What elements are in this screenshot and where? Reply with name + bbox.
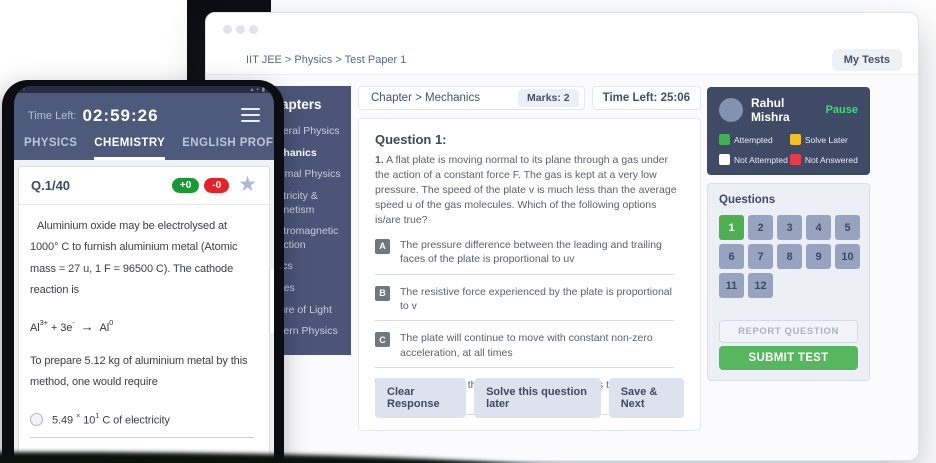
hamburger-menu-icon[interactable] bbox=[241, 104, 260, 124]
phone-content: Q.1/40 +0 -0 ★ Aluminium oxide may be el… bbox=[14, 160, 274, 463]
option-c-letter: C bbox=[375, 332, 390, 347]
option-b-letter: B bbox=[375, 286, 390, 301]
chemical-formula: Al3+ + 3e-→Al0 bbox=[30, 314, 258, 339]
save-next-button[interactable]: Save & Next bbox=[609, 378, 684, 418]
questions-title: Questions bbox=[719, 194, 858, 206]
wifi-icon: ▪ bbox=[257, 87, 259, 93]
phone-statusbar: ◦ ▴ ▪ ▮ bbox=[14, 86, 274, 93]
divider bbox=[375, 274, 674, 275]
scrollbar[interactable] bbox=[270, 268, 274, 334]
choice-1[interactable]: 5.49 × 101 C of electricity bbox=[30, 412, 258, 428]
browser-window: IIT JEE > Physics > Test Paper 1 My Test… bbox=[205, 12, 919, 461]
user-name: Rahul Mishra bbox=[751, 96, 826, 124]
positive-marks-badge: +0 bbox=[172, 178, 199, 193]
signal-icon: ▴ bbox=[251, 86, 254, 93]
avatar bbox=[719, 98, 743, 122]
chapter-header: Chapter > Mechanics bbox=[371, 92, 480, 104]
divider bbox=[30, 437, 254, 438]
breadcrumb-bar: IIT JEE > Physics > Test Paper 1 My Test… bbox=[206, 46, 918, 75]
question-title: Question 1: bbox=[375, 132, 684, 147]
question-tile-2[interactable]: 2 bbox=[748, 215, 773, 240]
status-panel: Rahul Mishra Pause Attempted Solve Later bbox=[707, 87, 870, 381]
questions-palette: Questions 1 2 3 4 5 6 7 8 9 10 11 12 bbox=[707, 183, 870, 381]
option-b[interactable]: B The resistive force experienced by the… bbox=[375, 285, 684, 314]
question-panel: Chapter > Mechanics Marks: 2 Time Left: … bbox=[358, 86, 701, 431]
option-a-letter: A bbox=[375, 239, 390, 254]
legend-solve-later: Solve Later bbox=[790, 134, 858, 145]
tab-physics[interactable]: PHYSICS bbox=[24, 137, 77, 160]
question-tile-1[interactable]: 1 bbox=[719, 215, 744, 240]
divider bbox=[375, 367, 674, 368]
option-a[interactable]: A The pressure difference between the le… bbox=[375, 238, 684, 267]
bookmark-star-icon[interactable]: ★ bbox=[238, 177, 257, 194]
status-legend: Attempted Solve Later Not Attempted bbox=[719, 134, 858, 165]
question-tile-10[interactable]: 10 bbox=[835, 244, 860, 269]
report-question-button[interactable]: REPORT QUESTION bbox=[719, 320, 858, 343]
question-tile-11[interactable]: 11 bbox=[719, 273, 744, 298]
battery-icon: ▮ bbox=[262, 86, 265, 93]
window-control-icon[interactable] bbox=[223, 25, 232, 34]
solve-later-swatch bbox=[790, 134, 801, 145]
submit-test-button[interactable]: SUBMIT TEST bbox=[719, 346, 858, 370]
subject-tabs: PHYSICS CHEMISTRY ENGLISH PROFICIENCY bbox=[14, 124, 274, 160]
question-tile-12[interactable]: 12 bbox=[748, 273, 773, 298]
user-card: Rahul Mishra Pause Attempted Solve Later bbox=[707, 87, 870, 175]
mobile-question-card: Q.1/40 +0 -0 ★ Aluminium oxide may be el… bbox=[18, 166, 270, 463]
question-tile-5[interactable]: 5 bbox=[835, 215, 860, 240]
tab-chemistry[interactable]: CHEMISTRY bbox=[94, 137, 165, 160]
not-attempted-swatch bbox=[719, 154, 730, 165]
window-control-icon[interactable] bbox=[236, 25, 245, 34]
screenshot-stage: IIT JEE > Physics > Test Paper 1 My Test… bbox=[0, 0, 936, 463]
window-content: Chapters General Physics Mechanics Therm… bbox=[206, 75, 918, 460]
chapter-header-bar: Chapter > Mechanics Marks: 2 bbox=[358, 86, 585, 110]
my-tests-button[interactable]: My Tests bbox=[832, 49, 902, 71]
marks-badge: Marks: 2 bbox=[518, 89, 579, 107]
radio-icon[interactable] bbox=[30, 413, 43, 426]
option-c-text: The plate will continue to move with con… bbox=[400, 331, 672, 360]
solve-later-button[interactable]: Solve this question later bbox=[474, 378, 601, 418]
tab-english-proficiency[interactable]: ENGLISH PROFICIENCY bbox=[182, 137, 274, 160]
phone-header: Time Left: 02:59:26 bbox=[14, 93, 274, 124]
question-tile-8[interactable]: 8 bbox=[777, 244, 802, 269]
not-answered-swatch bbox=[790, 154, 801, 165]
divider bbox=[375, 320, 674, 321]
window-control-icon[interactable] bbox=[249, 25, 258, 34]
choice-1-text: 5.49 × 101 C of electricity bbox=[52, 412, 170, 428]
question-number-grid: 1 2 3 4 5 6 7 8 9 10 11 12 bbox=[719, 215, 858, 298]
option-c[interactable]: C The plate will continue to move with c… bbox=[375, 331, 684, 360]
timer-value: 02:59:26 bbox=[83, 107, 159, 124]
option-a-text: The pressure difference between the lead… bbox=[400, 238, 672, 267]
question-tile-9[interactable]: 9 bbox=[806, 244, 831, 269]
time-left-badge: Time Left: 25:06 bbox=[592, 86, 701, 110]
phone-mockup: ◦ ▴ ▪ ▮ Time Left: 02:59:26 PHYSICS CHEM… bbox=[2, 80, 284, 463]
attempted-swatch bbox=[719, 134, 730, 145]
mobile-question-text-2: To prepare 5.12 kg of aluminium metal by… bbox=[30, 351, 258, 394]
legend-not-answered: Not Answered bbox=[790, 154, 858, 165]
phone-screen: ◦ ▴ ▪ ▮ Time Left: 02:59:26 PHYSICS CHEM… bbox=[14, 86, 274, 463]
question-tile-4[interactable]: 4 bbox=[806, 215, 831, 240]
notification-icon: ◦ bbox=[23, 87, 25, 93]
mobile-question-text: Aluminium oxide may be electrolysed at 1… bbox=[30, 216, 258, 302]
option-b-text: The resistive force experienced by the p… bbox=[400, 285, 672, 314]
question-tile-7[interactable]: 7 bbox=[748, 244, 773, 269]
legend-attempted: Attempted bbox=[719, 134, 788, 145]
question-text: 1. A flat plate is moving normal to its … bbox=[375, 153, 684, 228]
question-tile-3[interactable]: 3 bbox=[777, 215, 802, 240]
negative-marks-badge: -0 bbox=[204, 178, 229, 193]
question-tile-6[interactable]: 6 bbox=[719, 244, 744, 269]
window-titlebar bbox=[206, 13, 918, 46]
question-card: Question 1: 1. A flat plate is moving no… bbox=[358, 118, 701, 431]
question-counter: Q.1/40 bbox=[31, 178, 70, 193]
pause-button[interactable]: Pause bbox=[826, 104, 858, 116]
time-left-label: Time Left: bbox=[28, 110, 77, 124]
clear-response-button[interactable]: Clear Response bbox=[375, 378, 466, 418]
breadcrumb[interactable]: IIT JEE > Physics > Test Paper 1 bbox=[246, 54, 406, 66]
legend-not-attempted: Not Attempted bbox=[719, 154, 788, 165]
